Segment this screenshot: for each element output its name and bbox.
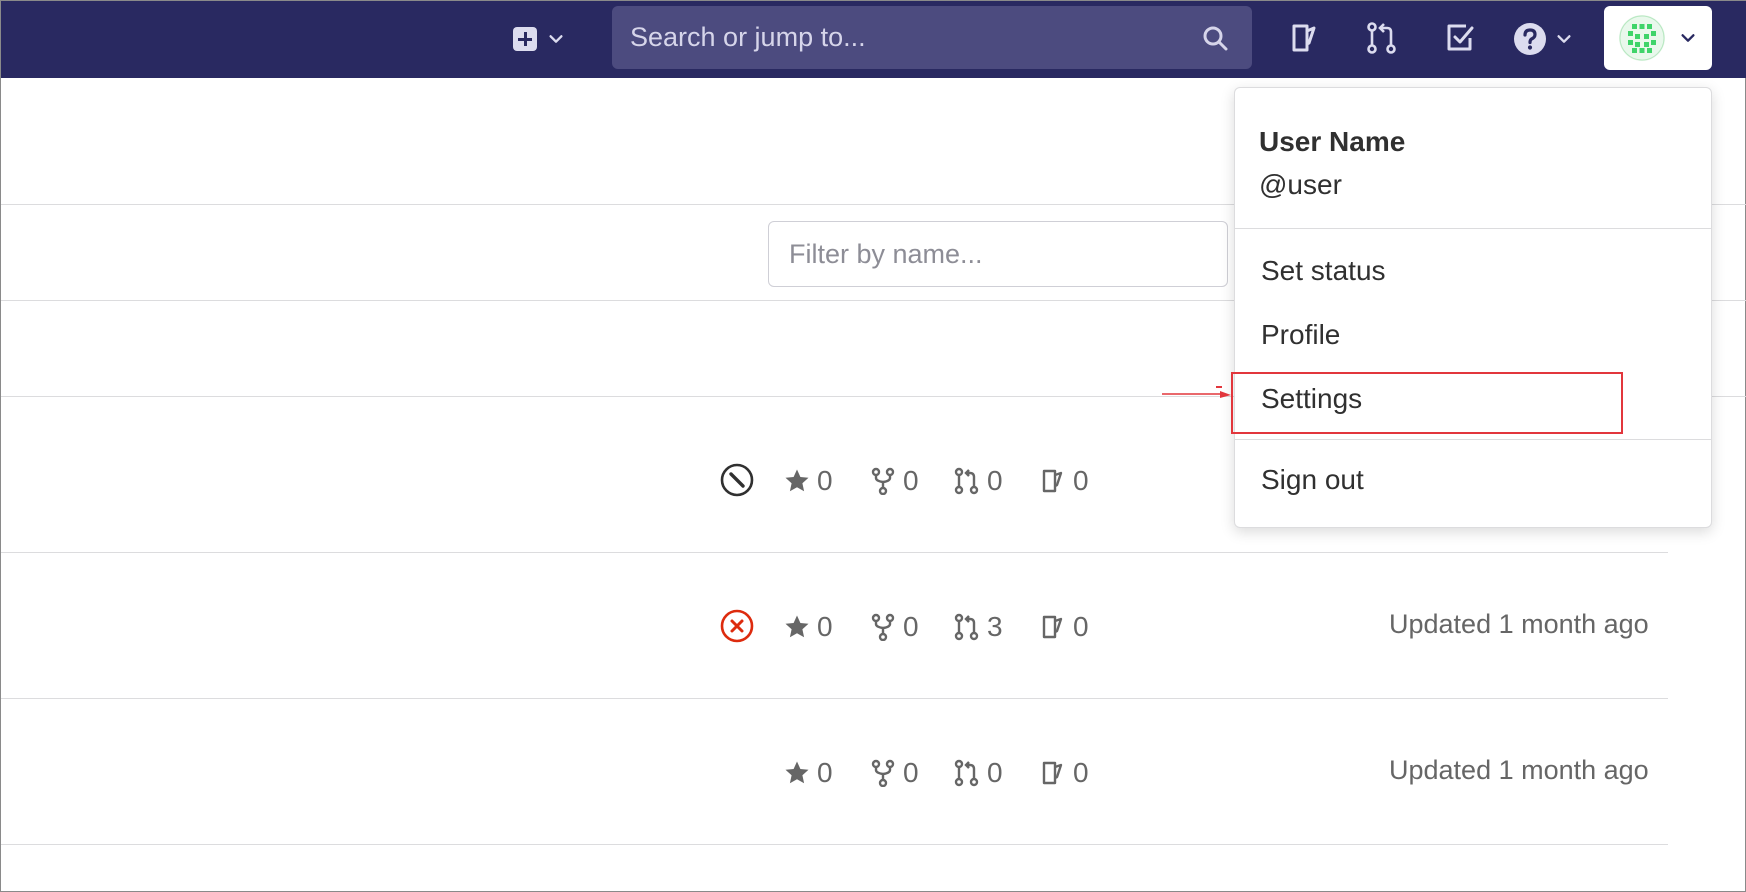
chevron-down-icon: [1681, 34, 1695, 42]
star-icon: [785, 615, 809, 638]
menu-item-set-status[interactable]: Set status: [1261, 255, 1386, 287]
issues-icon[interactable]: [1287, 20, 1323, 56]
issue-count[interactable]: 0: [1039, 607, 1089, 647]
fork-count[interactable]: 0: [869, 461, 919, 501]
user-full-name: User Name: [1259, 126, 1406, 157]
plus-square-icon: [513, 27, 537, 51]
merge-request-count[interactable]: 0: [953, 461, 1003, 501]
user-menu-button[interactable]: [1604, 6, 1712, 70]
star-count[interactable]: 0: [783, 607, 833, 647]
menu-item-sign-out[interactable]: Sign out: [1261, 464, 1364, 496]
fork-icon: [871, 759, 895, 787]
avatar: [1619, 15, 1665, 61]
divider: [1, 698, 1668, 699]
issue-count[interactable]: 0: [1039, 753, 1089, 793]
fork-icon: [871, 613, 895, 641]
user-dropdown-menu: User Name @user Set status Profile Setti…: [1234, 87, 1712, 528]
merge-request-icon[interactable]: [1364, 20, 1400, 56]
star-icon: [785, 761, 809, 784]
updated-time: Updated 1 month ago: [1389, 609, 1649, 639]
project-row-meta: 0 0 0 0: [717, 753, 1117, 793]
star-count[interactable]: 0: [783, 753, 833, 793]
project-row-meta: 0 0 3 0: [717, 607, 1117, 647]
search-input[interactable]: [612, 6, 1252, 69]
menu-divider: [1235, 439, 1711, 440]
issues-icon: [1042, 469, 1063, 493]
search-icon[interactable]: [1202, 25, 1228, 51]
issues-icon: [1042, 615, 1063, 639]
merge-request-icon: [954, 467, 979, 495]
merge-request-count[interactable]: 0: [953, 753, 1003, 793]
project-row-meta: 0 0 0 0: [717, 461, 1117, 501]
divider: [1, 844, 1668, 845]
top-navbar: [1, 1, 1746, 78]
chevron-down-icon: [549, 35, 563, 43]
chevron-down-icon: [1557, 35, 1571, 43]
user-handle: @user: [1259, 169, 1342, 200]
question-circle-icon: [1514, 23, 1546, 55]
issue-count[interactable]: 0: [1039, 461, 1089, 501]
updated-time: Updated 1 month ago: [1389, 755, 1649, 785]
search-box: [612, 6, 1252, 69]
star-count[interactable]: 0: [783, 461, 833, 501]
filter-by-name-input[interactable]: [768, 221, 1228, 287]
menu-item-profile[interactable]: Profile: [1261, 319, 1340, 351]
fork-count[interactable]: 0: [869, 607, 919, 647]
annotation-arrow: [1162, 386, 1231, 398]
settings-highlight-box: [1231, 372, 1623, 434]
merge-request-icon: [954, 613, 979, 641]
fork-icon: [871, 467, 895, 495]
menu-divider: [1235, 228, 1711, 229]
divider: [1, 552, 1668, 553]
pipeline-failed-icon[interactable]: [720, 609, 754, 643]
merge-request-icon: [954, 759, 979, 787]
issues-icon: [1042, 761, 1063, 785]
star-icon: [785, 469, 809, 492]
new-menu-button[interactable]: [513, 19, 581, 59]
help-menu-button[interactable]: [1513, 19, 1579, 59]
pipeline-canceled-icon[interactable]: [720, 463, 754, 497]
fork-count[interactable]: 0: [869, 753, 919, 793]
todo-icon[interactable]: [1442, 20, 1478, 56]
merge-request-count[interactable]: 3: [953, 607, 1003, 647]
